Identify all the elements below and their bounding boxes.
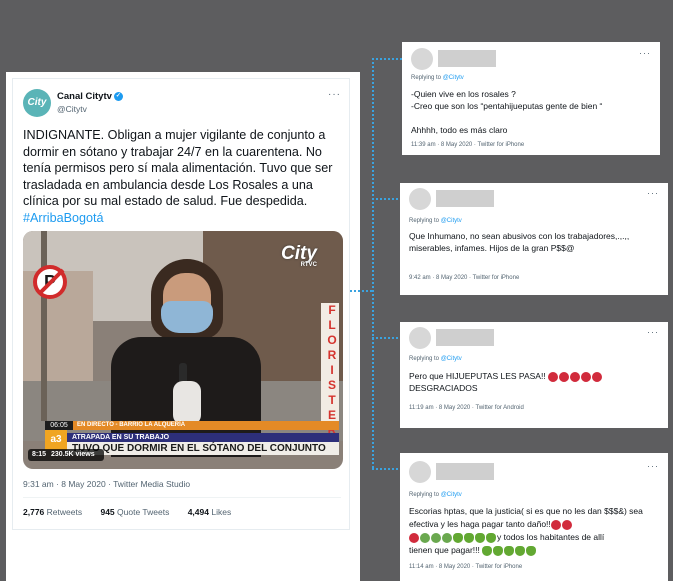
- nauseated-face-icon: [442, 532, 452, 543]
- angry-face-icon: [550, 519, 561, 530]
- tweet-stats: 2,776 Retweets 945 Quote Tweets 4,494 Li…: [23, 507, 247, 517]
- nauseated-face-icon: [431, 532, 441, 543]
- no-parking-sign: P: [33, 265, 67, 299]
- reply-text: Escorias hptas, que la justicia( si es q…: [409, 506, 643, 556]
- replying-to: Replying to @Citytv: [411, 75, 464, 81]
- store-sign: FLORISTER: [321, 303, 339, 438]
- vomiting-face-icon: [475, 532, 485, 543]
- redacted-name: [436, 329, 494, 346]
- lower-third: 06:05 EN DIRECTO - BARRIO LA ALQUERÍA a3…: [23, 421, 343, 469]
- vomiting-face-icon: [515, 545, 526, 556]
- more-options-icon[interactable]: ···: [647, 461, 659, 471]
- tweet-header: City Canal Citytv ✓ @Citytv ···: [23, 89, 341, 117]
- avatar[interactable]: [409, 461, 431, 483]
- retweets-stat[interactable]: 2,776 Retweets: [23, 507, 82, 517]
- vomiting-face-icon: [464, 532, 474, 543]
- avatar[interactable]: [409, 327, 431, 349]
- tweet-text: INDIGNANTE. Obligan a mujer vigilante de…: [23, 128, 333, 225]
- connector-3: [372, 337, 402, 339]
- hashtag-link[interactable]: #ArribaBogotá: [23, 211, 104, 225]
- reply-card-2[interactable]: ··· Replying to @Citytv Que Inhumano, no…: [400, 183, 668, 295]
- reply-text: Que Inhumano, no sean abusivos con los t…: [409, 231, 630, 253]
- headline-main: TUVO QUE DORMIR EN EL SÓTANO DEL CONJUNT…: [67, 442, 339, 455]
- reply-timestamp[interactable]: 11:14 am · 8 May 2020 · Twitter for iPho…: [409, 564, 522, 570]
- tweet-timestamp[interactable]: 9:31 am · 8 May 2020 · Twitter Media Stu…: [23, 479, 190, 489]
- reply-card-3[interactable]: ··· Replying to @Citytv Pero que HIJUEPU…: [400, 322, 668, 428]
- more-options-icon[interactable]: ···: [647, 327, 659, 337]
- replying-to: Replying to @Citytv: [409, 356, 462, 362]
- reply-card-1[interactable]: ··· Replying to @Citytv -Quien vive en l…: [402, 42, 660, 155]
- main-tweet-card[interactable]: City Canal Citytv ✓ @Citytv ··· INDIGNANT…: [12, 78, 350, 530]
- video-stats-badge: 8:15 230.5K views: [28, 449, 104, 461]
- replying-to: Replying to @Citytv: [409, 492, 462, 498]
- quotes-stat[interactable]: 945 Quote Tweets: [100, 507, 169, 517]
- angry-face-icon: [561, 519, 572, 530]
- angry-face-icon: [559, 371, 570, 382]
- more-options-icon[interactable]: ···: [328, 89, 341, 100]
- reply-timestamp[interactable]: 11:19 am · 8 May 2020 · Twitter for Andr…: [409, 405, 524, 411]
- vomiting-face-icon: [526, 545, 537, 556]
- divider: [23, 497, 341, 498]
- headline-top: ATRAPADA EN SU TRABAJO: [67, 433, 339, 442]
- reply-timestamp[interactable]: 11:39 am · 8 May 2020 · Twitter for iPho…: [411, 142, 524, 148]
- reply-text: Pero que HIJUEPUTAS LES PASA!! DESGRACIA…: [409, 370, 659, 394]
- video-player[interactable]: P FLORISTER City RTVC 06:05 EN DIRECTO - …: [23, 231, 343, 469]
- author-name[interactable]: Canal Citytv ✓: [57, 91, 123, 102]
- connector-vertical: [372, 58, 374, 468]
- connector-1: [372, 58, 402, 60]
- connector-2: [372, 198, 402, 200]
- verified-icon: ✓: [113, 91, 123, 101]
- vomiting-face-icon: [504, 545, 515, 556]
- redacted-name: [436, 190, 494, 207]
- vomiting-face-icon: [482, 545, 493, 556]
- more-options-icon[interactable]: ···: [639, 48, 651, 58]
- broadcast-time: 06:05: [45, 421, 73, 430]
- author-handle[interactable]: @Citytv: [57, 104, 87, 114]
- angry-face-icon: [592, 371, 603, 382]
- replying-to: Replying to @Citytv: [409, 218, 462, 224]
- nauseated-face-icon: [420, 532, 430, 543]
- avatar[interactable]: [409, 188, 431, 210]
- more-options-icon[interactable]: ···: [647, 188, 659, 198]
- angry-face-icon: [581, 371, 592, 382]
- angry-face-icon: [548, 371, 559, 382]
- live-banner: EN DIRECTO - BARRIO LA ALQUERÍA: [73, 421, 339, 430]
- vomiting-face-icon: [493, 545, 504, 556]
- angry-face-icon: [409, 532, 419, 543]
- connector-main: [350, 290, 372, 292]
- connector-4: [372, 468, 402, 470]
- angry-face-icon: [570, 371, 581, 382]
- likes-stat[interactable]: 4,494 Likes: [188, 507, 232, 517]
- channel-logo: City RTVC: [281, 243, 317, 268]
- redacted-name: [438, 50, 496, 67]
- reply-timestamp[interactable]: 9:42 am · 8 May 2020 · Twitter for iPhon…: [409, 275, 519, 281]
- reply-card-4[interactable]: ··· Replying to @Citytv Escorias hptas, …: [400, 453, 668, 581]
- redacted-name: [436, 463, 494, 480]
- avatar[interactable]: [411, 48, 433, 70]
- vomiting-face-icon: [453, 532, 463, 543]
- brand-logo: a3: [45, 430, 67, 450]
- vomiting-face-icon: [486, 532, 496, 543]
- avatar[interactable]: City: [23, 89, 51, 117]
- reply-text: -Quien vive en los rosales ? -Creo que s…: [411, 89, 603, 135]
